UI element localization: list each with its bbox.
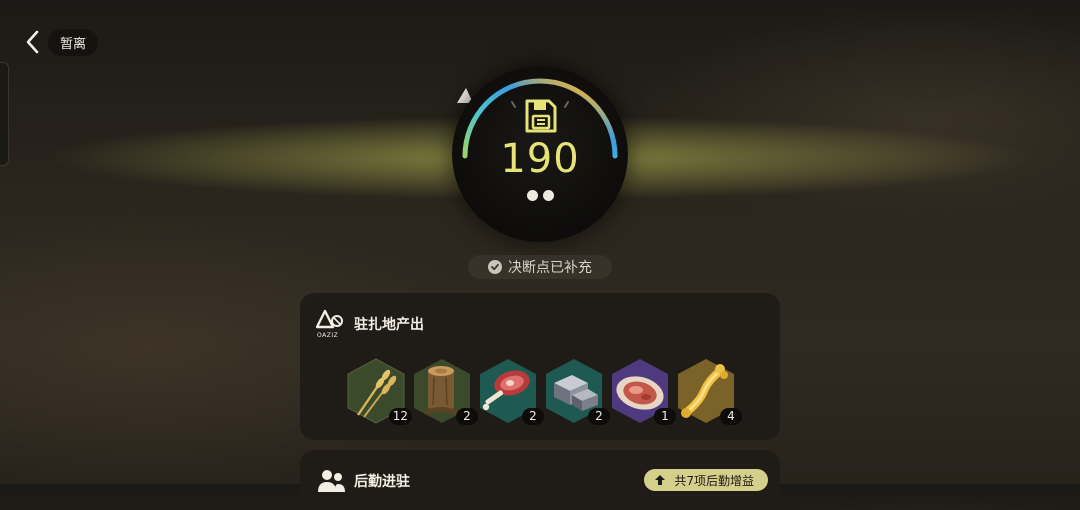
back-button[interactable]: 暂离 [22, 28, 99, 56]
item-count: 12 [388, 408, 412, 425]
decision-points-value: 190 [500, 136, 580, 182]
floppy-disk-icon [525, 99, 557, 133]
wood-stump-icon [424, 366, 458, 415]
output-item-metal[interactable]: 2 [542, 357, 610, 425]
check-circle-icon [488, 260, 502, 274]
panel-title: 后勤进驻 [354, 474, 410, 490]
output-item-meat[interactable]: 2 [476, 357, 544, 425]
item-count: 2 [456, 408, 478, 425]
chevron-left-icon [26, 30, 39, 54]
people-group-icon [318, 470, 345, 492]
charge-dot [526, 190, 538, 201]
charge-dots [452, 190, 628, 201]
svg-text:OAZIZ: OAZIZ [317, 332, 338, 339]
item-count: 2 [588, 408, 610, 425]
output-item-plate[interactable]: 1 [608, 357, 676, 425]
item-count: 4 [720, 408, 742, 425]
decision-points-dial: 190 [452, 66, 628, 242]
panel-title: 驻扎地产出 [354, 317, 424, 333]
charge-dot [542, 190, 554, 201]
output-item-golden-bone[interactable]: 4 [674, 357, 742, 425]
side-edge-tab[interactable] [0, 62, 9, 166]
status-badge: 决断点已补充 [468, 255, 612, 279]
item-count: 2 [522, 408, 544, 425]
logistics-buff-label: 共7项后勤增益 [674, 473, 754, 488]
camp-output-panel: OAZIZ 驻扎地产出 12 2 2 2 1 4 [300, 293, 780, 440]
output-item-wood[interactable]: 2 [410, 357, 478, 425]
item-count: 1 [654, 408, 676, 425]
output-item-wheat[interactable]: 12 [344, 357, 412, 425]
oaziz-logo-icon: OAZIZ [316, 309, 343, 339]
logistics-panel: 后勤进驻 共7项后勤增益 [300, 450, 780, 510]
back-label: 暂离 [48, 28, 99, 56]
status-text: 决断点已补充 [508, 260, 592, 276]
logistics-buff-button[interactable]: 共7项后勤增益 [644, 469, 768, 491]
arrow-up-icon [655, 475, 666, 485]
